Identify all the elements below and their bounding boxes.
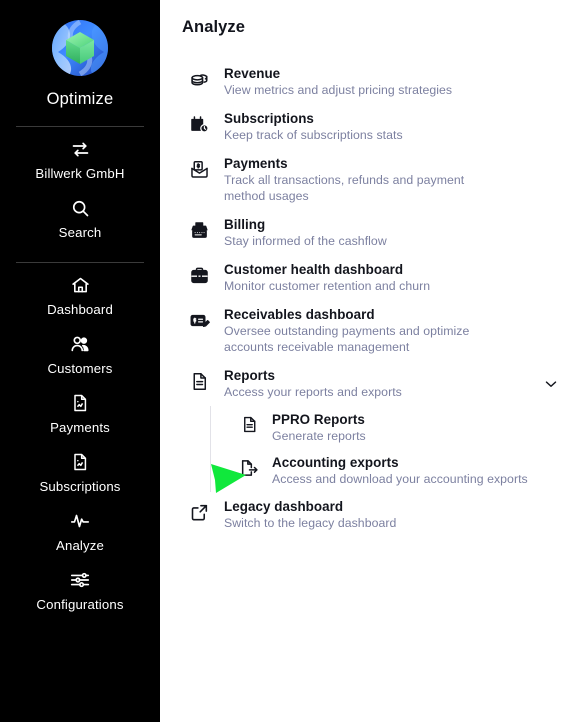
users-icon [69, 333, 91, 355]
sidebar-item-configurations-label: Configurations [36, 597, 124, 612]
menu-item-title: Customer health dashboard [224, 262, 404, 277]
invoice-edit-icon [182, 306, 216, 331]
sidebar-item-payments[interactable]: Payments [0, 381, 160, 440]
search-icon [70, 197, 91, 219]
sidebar-item-organization[interactable]: Billwerk GmbH [0, 127, 160, 186]
sidebar-item-configurations[interactable]: Configurations [0, 558, 160, 617]
menu-item-title: Revenue [224, 66, 281, 81]
menu-item-subscriptions[interactable]: Subscriptions Keep track of subscription… [182, 104, 584, 149]
stacked-coins-icon [182, 65, 216, 90]
menu-item-subtitle: Stay informed of the cashflow [224, 234, 387, 248]
submenu-item-title: Accounting exports [272, 455, 399, 470]
sidebar-item-subscriptions[interactable]: Subscriptions [0, 440, 160, 499]
document-chart-icon [70, 392, 90, 414]
sidebar: Optimize Billwerk GmbH Search Dashboard … [0, 0, 160, 722]
menu-item-title: Subscriptions [224, 111, 314, 126]
sidebar-item-subscriptions-label: Subscriptions [39, 479, 121, 494]
chevron-down-icon[interactable] [542, 375, 560, 393]
menu-item-subtitle: View metrics and adjust pricing strategi… [224, 83, 453, 97]
submenu-item-subtitle: Generate reports [272, 429, 366, 443]
menu-item-title: Payments [224, 156, 288, 171]
menu-item-revenue[interactable]: Revenue View metrics and adjust pricing … [182, 59, 584, 104]
sidebar-item-dashboard-label: Dashboard [47, 302, 113, 317]
sidebar-item-organization-label: Billwerk GmbH [35, 166, 125, 181]
sliders-icon [69, 569, 91, 591]
sidebar-item-dashboard[interactable]: Dashboard [0, 263, 160, 322]
menu-item-title: Billing [224, 217, 266, 232]
reports-submenu: PPRO Reports Generate reports Accounting… [210, 406, 584, 492]
sidebar-item-search[interactable]: Search [0, 186, 160, 245]
sidebar-item-analyze-label: Analyze [56, 538, 104, 553]
menu-item-subtitle: Switch to the legacy dashboard [224, 516, 397, 530]
menu-item-title: Legacy dashboard [224, 499, 344, 514]
cash-register-icon [182, 216, 216, 241]
document-icon [234, 411, 264, 434]
menu-item-subtitle: Keep track of subscriptions stats [224, 128, 403, 142]
calendar-clock-icon [182, 110, 216, 135]
sidebar-item-analyze[interactable]: Analyze [0, 499, 160, 558]
sidebar-item-search-label: Search [58, 225, 102, 240]
menu-item-receivables-dashboard[interactable]: Receivables dashboard Oversee outstandin… [182, 300, 584, 361]
home-icon [70, 274, 91, 296]
submenu-item-title: PPRO Reports [272, 412, 365, 427]
swap-arrows-icon [70, 138, 91, 160]
sidebar-item-customers[interactable]: Customers [0, 322, 160, 381]
document-chart-icon [70, 451, 90, 473]
optimize-sphere-logo [46, 14, 114, 82]
menu-item-subtitle: Access your reports and exports [224, 385, 402, 399]
sidebar-item-customers-label: Customers [47, 361, 113, 376]
submenu-item-subtitle: Access and download your accounting expo… [272, 472, 528, 486]
export-document-icon [234, 454, 264, 478]
menu-item-title: Receivables dashboard [224, 307, 375, 322]
main-content: Analyze Revenue View metrics and adjust … [160, 0, 584, 722]
submenu-item-ppro-reports[interactable]: PPRO Reports Generate reports [234, 406, 584, 449]
app-root: Optimize Billwerk GmbH Search Dashboard … [0, 0, 584, 722]
submenu-item-accounting-exports[interactable]: Accounting exports Access and download y… [234, 449, 584, 492]
envelope-dollar-icon [182, 155, 216, 180]
analyze-menu-list: Revenue View metrics and adjust pricing … [182, 59, 584, 537]
menu-item-subtitle: Monitor customer retention and churn [224, 279, 431, 293]
sidebar-item-payments-label: Payments [50, 420, 110, 435]
external-link-icon [182, 498, 216, 523]
menu-item-billing[interactable]: Billing Stay informed of the cashflow [182, 210, 584, 255]
briefcase-icon [182, 261, 216, 286]
menu-item-payments[interactable]: Payments Track all transactions, refunds… [182, 149, 584, 210]
menu-item-legacy-dashboard[interactable]: Legacy dashboard Switch to the legacy da… [182, 492, 584, 537]
pulse-icon [69, 510, 91, 532]
menu-item-title: Reports [224, 368, 275, 383]
menu-item-subtitle: Oversee outstanding payments and optimiz… [224, 324, 470, 354]
menu-item-customer-health-dashboard[interactable]: Customer health dashboard Monitor custom… [182, 255, 584, 300]
brand-name: Optimize [46, 90, 114, 108]
document-icon [182, 367, 216, 392]
page-title: Analyze [182, 18, 246, 36]
menu-item-reports[interactable]: Reports Access your reports and exports [182, 361, 584, 406]
menu-item-subtitle: Track all transactions, refunds and paym… [224, 173, 465, 203]
